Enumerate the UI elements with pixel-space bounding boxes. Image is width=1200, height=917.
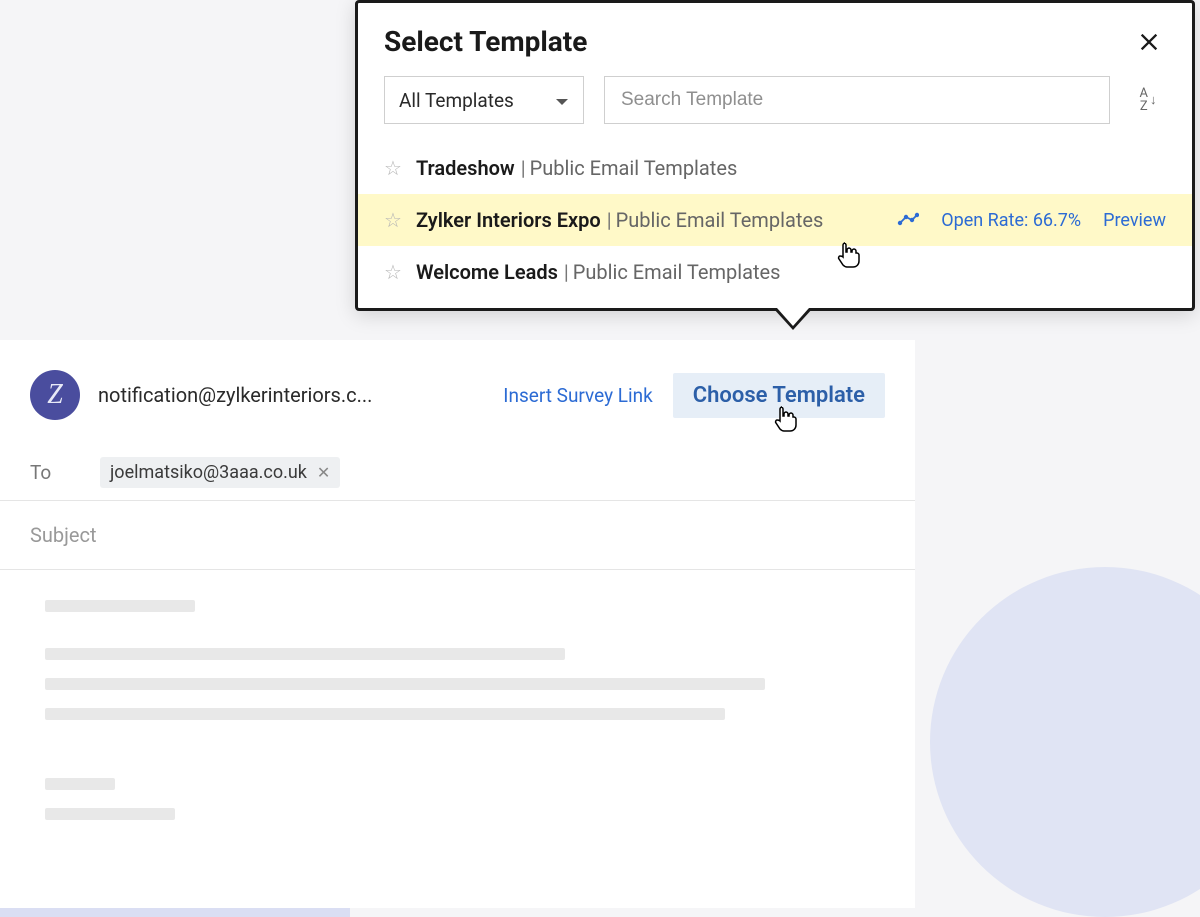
sort-az-icon[interactable]: AZ ↓ (1130, 82, 1166, 118)
star-icon[interactable]: ☆ (384, 156, 402, 180)
placeholder-line (45, 778, 115, 790)
template-name: Zylker Interiors Expo (416, 208, 601, 232)
subject-input[interactable]: Subject (0, 501, 915, 570)
dropdown-label: All Templates (399, 89, 514, 112)
preview-link[interactable]: Preview (1103, 210, 1166, 231)
select-template-popover: Select Template All Templates AZ ↓ ☆ Tra… (355, 0, 1195, 311)
remove-chip-icon[interactable]: ✕ (317, 463, 330, 482)
placeholder-line (45, 600, 195, 612)
header-actions: Insert Survey Link Choose Template (503, 373, 885, 418)
template-row-actions: Open Rate: 66.7% Preview (897, 210, 1166, 231)
template-list: ☆ Tradeshow | Public Email Templates ☆ Z… (358, 142, 1192, 308)
avatar: Z (30, 370, 80, 420)
to-label: To (30, 461, 100, 484)
template-row-welcome[interactable]: ☆ Welcome Leads | Public Email Templates (358, 246, 1192, 298)
from-address: notification@zylkerinteriors.c... (98, 383, 503, 407)
cursor-icon (773, 405, 799, 435)
separator: | (521, 156, 526, 180)
template-name: Welcome Leads (416, 260, 558, 284)
placeholder-line (45, 708, 725, 720)
popover-header: Select Template (358, 3, 1192, 76)
analytics-icon (897, 211, 919, 230)
popover-title: Select Template (384, 25, 587, 58)
chevron-down-icon (555, 89, 569, 112)
placeholder-line (45, 808, 175, 820)
email-compose-panel: Z notification@zylkerinteriors.c... Inse… (0, 340, 915, 908)
separator: | (564, 260, 569, 284)
star-icon[interactable]: ☆ (384, 208, 402, 232)
template-folder: Public Email Templates (616, 208, 824, 232)
template-row-zylker[interactable]: ☆ Zylker Interiors Expo | Public Email T… (358, 194, 1192, 246)
choose-template-button[interactable]: Choose Template (673, 373, 885, 418)
template-folder: Public Email Templates (573, 260, 781, 284)
separator: | (607, 208, 612, 232)
decorative-shape (930, 567, 1200, 917)
insert-survey-link[interactable]: Insert Survey Link (503, 384, 652, 407)
search-template-input[interactable] (604, 76, 1110, 124)
star-icon[interactable]: ☆ (384, 260, 402, 284)
close-icon[interactable] (1136, 29, 1162, 55)
placeholder-line (45, 648, 565, 660)
template-folder: Public Email Templates (530, 156, 738, 180)
template-row-tradeshow[interactable]: ☆ Tradeshow | Public Email Templates (358, 142, 1192, 194)
recipient-chip[interactable]: joelmatsiko@3aaa.co.uk ✕ (100, 457, 340, 488)
email-body-placeholder (0, 570, 915, 868)
popover-controls: All Templates AZ ↓ (358, 76, 1192, 142)
placeholder-line (45, 678, 765, 690)
template-name: Tradeshow (416, 156, 515, 180)
to-row: To joelmatsiko@3aaa.co.uk ✕ (0, 445, 915, 501)
template-filter-dropdown[interactable]: All Templates (384, 76, 584, 124)
email-header: Z notification@zylkerinteriors.c... Inse… (0, 360, 915, 430)
popover-tail (773, 308, 813, 330)
recipient-email: joelmatsiko@3aaa.co.uk (110, 462, 307, 483)
open-rate-text: Open Rate: 66.7% (941, 210, 1081, 231)
cursor-icon (836, 241, 862, 271)
